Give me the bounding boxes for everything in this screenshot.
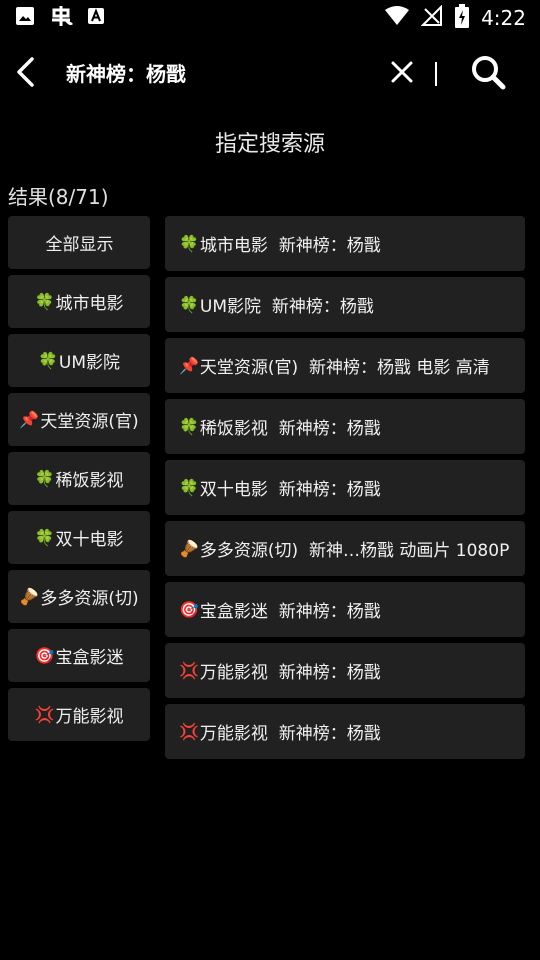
result-item[interactable]: 💢 万能影视 新神榜：杨戬 — [165, 704, 525, 759]
clover-icon: 🍀 — [179, 234, 199, 253]
result-item[interactable]: 💢 万能影视 新神榜：杨戬 — [165, 643, 525, 698]
search-input[interactable]: 新神榜：杨戬 — [66, 58, 366, 90]
a-box-icon — [86, 6, 106, 30]
clover-icon: 🍀 — [179, 417, 199, 436]
clover-icon: 🍀 — [34, 528, 55, 547]
anger-symbol-icon: 💢 — [34, 705, 55, 724]
source-item[interactable]: 🎯 宝盒影迷 — [8, 629, 150, 682]
result-text: 天堂资源(官) 新神榜：杨戬 电影 高清 — [199, 358, 490, 378]
pushpin-icon: 📌 — [19, 410, 40, 429]
search-icon — [470, 54, 506, 94]
back-arrow-icon — [14, 56, 36, 92]
source-label: 天堂资源(官) — [40, 412, 139, 432]
result-text: UM影院 新神榜：杨戬 — [199, 297, 374, 317]
image-icon — [14, 5, 36, 31]
result-text: 双十电影 新神榜：杨戬 — [199, 480, 381, 500]
source-item[interactable]: 🍀 双十电影 — [8, 511, 150, 564]
wifi-icon — [385, 6, 410, 30]
result-text: 稀饭影视 新神榜：杨戬 — [199, 419, 381, 439]
source-item[interactable]: 📌 天堂资源(官) — [8, 393, 150, 446]
result-item[interactable]: 📌 天堂资源(官) 新神榜：杨戬 电影 高清 — [165, 338, 525, 393]
text-cursor — [435, 62, 437, 86]
close-icon — [390, 60, 414, 88]
result-text: 多多资源(切) 新神…杨戬 动画片 1080P — [199, 541, 510, 561]
clover-icon: 🍀 — [179, 478, 199, 497]
source-item[interactable]: 💢 万能影视 — [8, 688, 150, 741]
anger-symbol-icon: 💢 — [179, 661, 199, 680]
drum-icon: 🪘 — [19, 587, 40, 606]
source-label: 全部显示 — [45, 235, 114, 255]
result-text: 万能影视 新神榜：杨戬 — [199, 724, 381, 744]
drum-icon: 🪘 — [179, 539, 199, 558]
result-item[interactable]: 🎯 宝盒影迷 新神榜：杨戬 — [165, 582, 525, 637]
source-list: 全部显示 🍀 城市电影 🍀 UM影院 📌 天堂资源(官) 🍀 稀饭影视 🍀 双十电影 🪘 多… — [8, 216, 150, 747]
target-icon: 🎯 — [34, 646, 55, 665]
source-label: 万能影视 — [55, 707, 124, 727]
target-icon: 🎯 — [179, 600, 199, 619]
no-signal-icon — [420, 4, 443, 31]
clover-icon: 🍀 — [34, 292, 55, 311]
source-label: 稀饭影视 — [55, 471, 124, 491]
pushpin-icon: 📌 — [179, 356, 199, 375]
result-item[interactable]: 🍀 UM影院 新神榜：杨戬 — [165, 277, 525, 332]
bug-icon — [48, 3, 74, 33]
anger-symbol-icon: 💢 — [179, 722, 199, 741]
result-item[interactable]: 🪘 多多资源(切) 新神…杨戬 动画片 1080P — [165, 521, 525, 576]
source-item-all[interactable]: 全部显示 — [8, 216, 150, 269]
section-title: 指定搜索源 — [214, 132, 325, 157]
result-item[interactable]: 🍀 稀饭影视 新神榜：杨戬 — [165, 399, 525, 454]
app-bar: 新神榜：杨戬 — [0, 44, 540, 104]
status-bar: 4:22 — [0, 0, 540, 36]
source-label: 城市电影 — [55, 294, 124, 314]
source-label: 宝盒影迷 — [55, 648, 124, 668]
source-item[interactable]: 🪘 多多资源(切) — [8, 570, 150, 623]
result-item[interactable]: 🍀 双十电影 新神榜：杨戬 — [165, 460, 525, 515]
source-label: 多多资源(切) — [40, 589, 139, 609]
source-item[interactable]: 🍀 稀饭影视 — [8, 452, 150, 505]
result-item[interactable]: 🍀 城市电影 新神榜：杨戬 — [165, 216, 525, 271]
result-list: 🍀 城市电影 新神榜：杨戬 🍀 UM影院 新神榜：杨戬 📌 天堂资源(官) 新神榜：杨… — [165, 216, 525, 765]
clover-icon: 🍀 — [34, 469, 55, 488]
clover-icon: 🍀 — [179, 295, 199, 314]
back-button[interactable] — [10, 56, 40, 92]
status-time: 4:22 — [481, 6, 526, 30]
source-item[interactable]: 🍀 UM影院 — [8, 334, 150, 387]
result-text: 城市电影 新神榜：杨戬 — [199, 236, 381, 256]
result-text: 万能影视 新神榜：杨戬 — [199, 663, 381, 683]
result-count: 结果(8/71) — [8, 185, 109, 209]
result-text: 宝盒影迷 新神榜：杨戬 — [199, 602, 381, 622]
source-label: UM影院 — [58, 353, 121, 373]
search-button[interactable] — [468, 54, 508, 94]
clear-button[interactable] — [386, 58, 418, 90]
source-item[interactable]: 🍀 城市电影 — [8, 275, 150, 328]
battery-icon — [455, 4, 470, 32]
source-label: 双十电影 — [55, 530, 124, 550]
clover-icon: 🍀 — [37, 351, 58, 370]
